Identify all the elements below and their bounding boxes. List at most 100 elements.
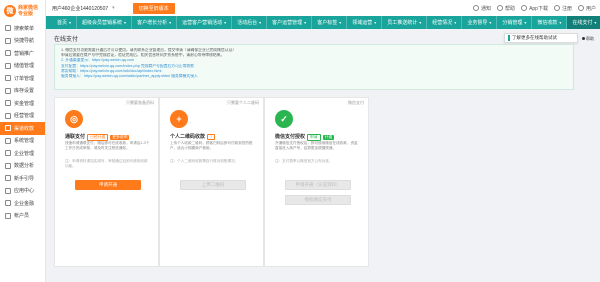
logo-text: 商家微信 专业版 [18,5,38,17]
menu-icon [5,212,11,219]
notice-accent-bar [508,35,510,41]
card-badge: 申请 [307,134,321,141]
switch-version-button[interactable]: 切换至旧版本 [132,2,175,14]
card-title-text: 个人二维码收款 [170,134,206,140]
top-action-1[interactable]: 帮助 [497,5,515,12]
logo-mark-icon: 微 [4,5,16,17]
nav-tab-label: 分销管理 [502,20,523,26]
info-line[interactable]: 服务商接入：https://pay.weixin.qq.com/static/p… [61,74,567,79]
nav-tab-1[interactable]: 超级会员营销系统 ▾ [77,16,133,29]
card-note: 注：支付费率以微信官方公布为准。 [275,159,333,163]
top-action-4[interactable]: 用户 [577,5,596,12]
top-action-0[interactable]: 通知 [473,5,491,12]
sidebar-item-4[interactable]: 订单管理 [0,72,45,85]
sidebar-item-label: 应用中心 [14,188,35,195]
nav-tab-4[interactable]: 活动后台 ▾ [232,16,268,29]
nav-tab-9[interactable]: 经营情况 ▾ [427,16,463,29]
sidebar-item-8[interactable]: 渠道收款 [0,122,45,135]
sidebar-item-15[interactable]: 帐户员 [0,210,45,223]
payment-card: 只需要准备资料 ◎ 通联支付 已经开通 更多说明 快速申请通联支付，随后即可在线收款，申请… [54,97,159,267]
card-primary-button[interactable]: 申请开通（认证资料） [285,180,351,190]
sidebar-item-2[interactable]: 营销推广 [0,47,45,60]
chevron-down-icon: ▾ [69,20,72,25]
chevron-down-icon: ▾ [454,20,457,25]
nav-tab-label: 经营情况 [432,20,453,26]
sidebar-item-6[interactable]: 资金管理 [0,97,45,110]
top-right-actions: 通知 帮助 App下载 注册 用户 [473,0,596,16]
card-note: 注：个人二维码收款需自行核对到账情况。 [170,159,239,163]
menu-icon [5,62,11,69]
nav-tab-label: 首页 [57,20,68,26]
sidebar-item-label: 系统管理 [14,138,35,145]
chevron-down-icon: ▾ [259,20,262,25]
sidebar-item-9[interactable]: 系统管理 [0,135,45,148]
card-badge-2: 更多说明 [110,135,130,140]
chevron-down-icon: ▾ [559,20,562,25]
sidebar-item-14[interactable]: 企业金融 [0,197,45,210]
sidebar-item-7[interactable]: 经营管理 [0,110,45,123]
card-description: 开通微信支付授权后，即可使用微信在线收款，资金直接进入商户号，结算更加便捷快速。 [275,141,358,150]
store-selector[interactable]: 用户460企业1440120507 [52,5,108,12]
payment-card: 只需要个人二维码 + 个人二维码收款? 上传个人收款二维码，顾客扫码后即可付款到您的账… [159,97,264,267]
nav-tab-5[interactable]: 客户运营管理 ▾ [267,16,313,29]
payment-logo-icon: ◎ [65,110,83,128]
card-secondary-button[interactable]: 授权微信支付 [285,195,351,205]
chevron-down-icon[interactable]: ▾ [112,5,115,11]
nav-tab-11[interactable]: 分销管理 ▾ [497,16,533,29]
sidebar-item-10[interactable]: 企业管理 [0,147,45,160]
nav-tab-label: 领域运营 [352,20,373,26]
app-window: 微 商家微信 专业版 搜索菜单 快捷导航 营销推广 储值管理 订单管理 库存设置 资金管理经… [0,0,600,282]
menu-icon [5,187,11,194]
card-tag: 微信支付 [348,100,364,105]
menu-icon [5,25,11,32]
sidebar-item-5[interactable]: 库存设置 [0,85,45,98]
sidebar-item-label: 经营管理 [14,113,35,120]
sidebar-item-label: 渠道收款 [14,125,35,132]
sidebar-item-label: 资金管理 [14,100,35,107]
card-primary-button[interactable]: 申请开通 [75,180,141,190]
nav-tab-13[interactable]: 在线支付 ▾ [567,16,600,29]
nav-tab-8[interactable]: 员工推送统计 ▾ [382,16,428,29]
nav-tab-6[interactable]: 客户标签 ▾ [312,16,348,29]
card-title-text: 通联支付 [65,134,86,140]
action-icon [553,5,560,12]
card-badge: 已经开通 [87,134,109,141]
nav-tab-10[interactable]: 业务督导 ▾ [462,16,498,29]
action-icon [473,5,480,12]
sidebar-item-1[interactable]: 快捷导航 [0,35,45,48]
sidebar-item-11[interactable]: 数据分析 [0,160,45,173]
sidebar-menu: 搜索菜单 快捷导航 营销推广 储值管理 订单管理 库存设置资金管理经营管理渠道收款系统管理… [0,22,45,222]
sidebar-item-13[interactable]: 应用中心 [0,185,45,198]
help-dot-icon [582,37,585,40]
top-action-2[interactable]: App下载 [521,5,548,12]
chevron-down-icon: ▾ [419,20,422,25]
menu-icon [5,75,11,82]
logo-text-2: 专业版 [18,11,34,17]
help-notice-button[interactable]: 了解更多在线帮助试试 [504,33,578,43]
nav-tab-7[interactable]: 领域运营 ▾ [347,16,383,29]
chevron-down-icon: ▾ [224,20,227,25]
nav-tab-3[interactable]: 运营客户营销活动 ▾ [177,16,233,29]
nav-tab-label: 客户运营管理 [272,20,303,26]
sidebar-item-0[interactable]: 搜索菜单 [0,22,45,35]
nav-tab-0[interactable]: 首页 ▾ [52,16,78,29]
top-action-3[interactable]: 注册 [553,5,572,12]
nav-tab-label: 超级会员营销系统 [82,20,123,26]
help-link[interactable]: 帮助 [582,36,594,42]
card-primary-button[interactable]: 上传二维码 [180,180,246,190]
nav-tab-label: 员工推送统计 [387,20,418,26]
card-title: 个人二维码收款? [170,133,216,140]
sidebar-item-3[interactable]: 储值管理 [0,60,45,73]
brand-logo[interactable]: 微 商家微信 专业版 [0,0,45,22]
help-label: 帮助 [586,36,594,41]
sidebar-item-label: 企业金融 [14,200,35,207]
notice-label: 了解更多在线帮助试试 [512,35,557,40]
top-action-label: 帮助 [505,5,516,12]
sidebar-item-12[interactable]: 新手引导 [0,172,45,185]
card-title: 通联支付 已经开通 更多说明 [65,133,130,141]
menu-icon [5,150,11,157]
top-action-label: 注册 [561,5,572,12]
nav-tab-2[interactable]: 客户增长分析 ▾ [132,16,178,29]
nav-tab-12[interactable]: 微信收款 ▾ [532,16,568,29]
card-note: 注：申请资料请如实填写，审核通过后即可使用收款功能。 [65,159,148,168]
